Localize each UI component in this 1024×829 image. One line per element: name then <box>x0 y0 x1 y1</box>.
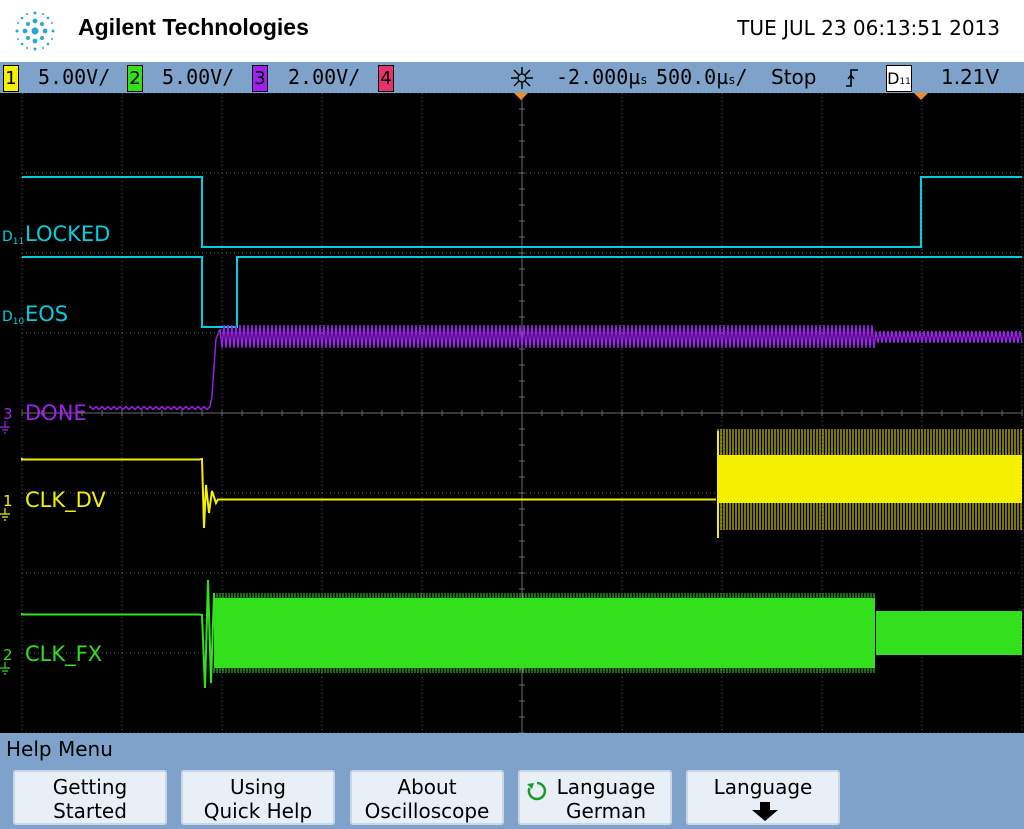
help-menu-title: Help Menu <box>6 737 113 761</box>
channel-3-ground-marker[interactable]: 3 <box>0 405 13 434</box>
softkey-label: Quick Help <box>203 799 313 823</box>
channel-4-badge[interactable]: 4 <box>378 65 394 92</box>
channel-1-badge[interactable]: 1 <box>3 65 19 92</box>
softkey-label: Language <box>556 775 656 799</box>
softkey-label: About <box>397 775 457 799</box>
trigger-source-badge[interactable]: D11 <box>886 65 912 92</box>
header: Agilent Technologies TUE JUL 23 06:13:51… <box>0 0 1024 62</box>
help-menu-panel: Help Menu Getting Started Using Quick Help… <box>0 733 1024 829</box>
rotate-knob-icon <box>527 781 547 801</box>
eos-channel-marker[interactable]: D10 <box>2 309 25 327</box>
waveform-canvas: D11 LOCKED D10 EOS 3 DONE 1 CLK_DV 2 CLK_FX <box>0 93 1023 733</box>
clk-fx-trace <box>21 579 215 689</box>
waveform-display[interactable]: D11 LOCKED D10 EOS 3 DONE 1 CLK_DV 2 CLK_FX <box>0 93 1024 733</box>
softkey-label: Getting <box>52 775 128 799</box>
acquisition-sparkle-icon <box>511 67 533 89</box>
svg-text:1: 1 <box>3 492 13 510</box>
channel-2-ground-marker[interactable]: 2 <box>0 646 13 675</box>
getting-started-button[interactable]: Getting Started <box>13 770 167 825</box>
agilent-logo-icon <box>15 11 55 51</box>
trigger-edge-icon <box>846 69 858 87</box>
softkey-label: German <box>565 799 647 823</box>
done-trace <box>89 324 1023 411</box>
using-quick-help-button[interactable]: Using Quick Help <box>181 770 335 825</box>
channel-3-scale: 2.00V/ <box>288 65 361 89</box>
softkey-label: Started <box>53 799 127 823</box>
channel-3-badge[interactable]: 3 <box>252 65 268 92</box>
clk-fx-active-band <box>214 598 875 668</box>
channel-2-scale: 5.00V/ <box>162 65 235 89</box>
delay-reference-marker <box>914 93 928 100</box>
channel-1-scale: 5.00V/ <box>38 65 111 89</box>
delay-value[interactable]: -2.000µs <box>556 65 648 93</box>
submenu-down-arrow-icon <box>752 802 778 821</box>
trigger-position-marker <box>514 93 528 100</box>
timebase-value[interactable]: 500.0µs/ <box>656 65 748 93</box>
svg-text:3: 3 <box>3 405 13 423</box>
language-select-button[interactable]: Language German <box>518 770 672 825</box>
channel-1-ground-marker[interactable]: 1 <box>0 492 13 521</box>
clk-dv-active-band <box>718 455 1022 503</box>
softkey-label: Using <box>230 775 286 799</box>
softkey-label: Language <box>713 775 813 799</box>
softkey-label: Oscilloscope <box>364 799 490 823</box>
brand-name: Agilent Technologies <box>78 14 309 40</box>
clk-fx-label: CLK_FX <box>25 642 102 667</box>
clk-dv-label: CLK_DV <box>25 488 106 513</box>
locked-label: LOCKED <box>25 222 110 246</box>
datetime: TUE JUL 23 06:13:51 2013 <box>737 16 1000 40</box>
status-bar: 1 5.00V/ 2 5.00V/ 3 2.00V/ 4 -2.000µs 50… <box>0 62 1024 93</box>
done-label: DONE <box>25 401 87 425</box>
eos-label: EOS <box>25 302 68 326</box>
channel-2-badge[interactable]: 2 <box>127 65 143 92</box>
trigger-level[interactable]: 1.21V <box>941 65 999 90</box>
about-oscilloscope-button[interactable]: About Oscilloscope <box>350 770 504 825</box>
svg-text:2: 2 <box>3 646 13 664</box>
language-submenu-button[interactable]: Language <box>686 770 840 825</box>
run-state[interactable]: Stop <box>771 65 816 90</box>
clk-fx-reduced-band <box>876 611 1022 655</box>
locked-channel-marker[interactable]: D11 <box>2 229 24 247</box>
